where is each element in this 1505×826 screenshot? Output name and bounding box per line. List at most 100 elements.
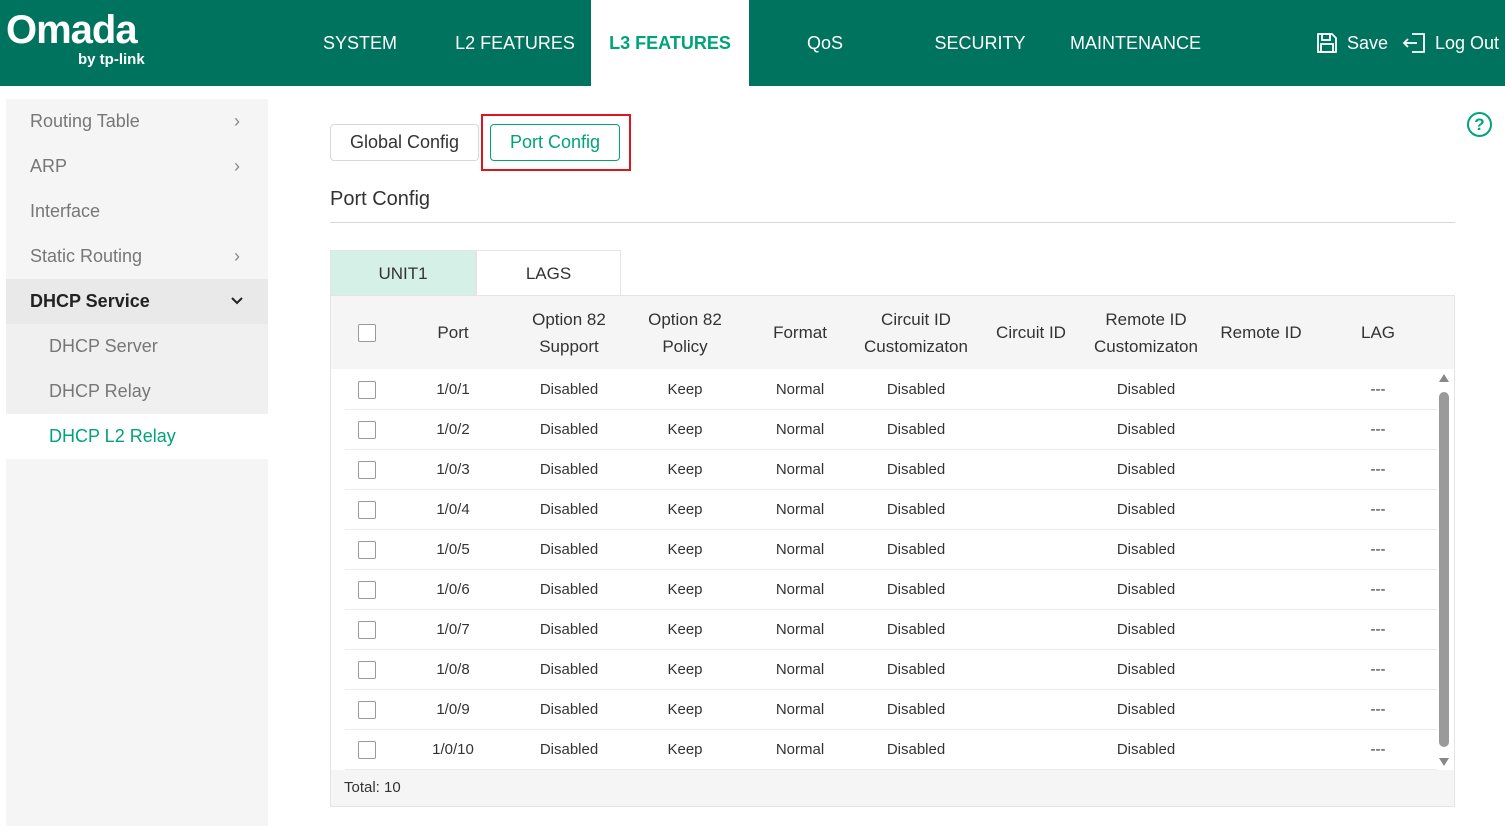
cell-port: 1/0/2 bbox=[436, 421, 470, 438]
cell-format: Normal bbox=[775, 381, 825, 398]
cell-circuit-id bbox=[986, 490, 1076, 530]
save-label: Save bbox=[1347, 32, 1389, 53]
cell-port: 1/0/1 bbox=[436, 381, 470, 398]
cell-port: 1/0/10 bbox=[432, 741, 474, 758]
cell-option82-support: Disabled bbox=[539, 501, 599, 518]
cell-remote-id bbox=[1211, 610, 1311, 650]
sidebar-item-dhcp-server[interactable]: DHCP Server bbox=[6, 324, 268, 369]
scroll-down-arrow-icon[interactable] bbox=[1439, 758, 1449, 766]
sidebar-background bbox=[6, 459, 268, 826]
row-checkbox[interactable] bbox=[358, 541, 376, 559]
tab-lags[interactable]: LAGS bbox=[476, 250, 621, 295]
header-option82-policy: Option 82 Policy bbox=[635, 296, 735, 369]
cell-lag: --- bbox=[1370, 581, 1386, 598]
sidebar-item-label: DHCP Relay bbox=[49, 381, 151, 401]
cell-circuit-id bbox=[986, 610, 1076, 650]
header-format: Format bbox=[773, 323, 827, 342]
header-lag: LAG bbox=[1360, 323, 1396, 342]
sidebar-item-static-routing[interactable]: Static Routing › bbox=[6, 234, 268, 279]
header-remote-id-customization: Remote ID Customizaton bbox=[1086, 296, 1206, 369]
cell-option82-policy: Keep bbox=[667, 621, 703, 638]
table-row[interactable]: 1/0/1 Disabled Keep Normal Disabled Disabled -… bbox=[345, 370, 1437, 410]
table-row[interactable]: 1/0/4 Disabled Keep Normal Disabled Disabled -… bbox=[345, 490, 1437, 530]
cell-remote-id-customization: Disabled bbox=[1116, 701, 1176, 718]
nav-l2-features[interactable]: L2 FEATURES bbox=[440, 0, 590, 86]
cell-circuit-id-customization: Disabled bbox=[886, 421, 946, 438]
cell-format: Normal bbox=[775, 581, 825, 598]
cell-option82-support: Disabled bbox=[539, 541, 599, 558]
cell-circuit-id bbox=[986, 650, 1076, 690]
sidebar-item-routing-table[interactable]: Routing Table › bbox=[6, 99, 268, 144]
table-row[interactable]: 1/0/3 Disabled Keep Normal Disabled Disabled -… bbox=[345, 450, 1437, 490]
cell-format: Normal bbox=[775, 741, 825, 758]
table-row[interactable]: 1/0/2 Disabled Keep Normal Disabled Disabled -… bbox=[345, 410, 1437, 450]
logo-subtext: by tp-link bbox=[78, 51, 145, 68]
header-label: Circuit ID bbox=[881, 309, 951, 329]
cell-remote-id bbox=[1211, 450, 1311, 490]
table-row[interactable]: 1/0/5 Disabled Keep Normal Disabled Disabled -… bbox=[345, 530, 1437, 570]
cell-remote-id bbox=[1211, 690, 1311, 730]
table-row[interactable]: 1/0/10 Disabled Keep Normal Disabled Disabled… bbox=[345, 730, 1437, 770]
cell-circuit-id-customization: Disabled bbox=[886, 381, 946, 398]
select-all-checkbox[interactable] bbox=[358, 323, 376, 342]
row-checkbox[interactable] bbox=[358, 621, 376, 639]
sidebar-item-interface[interactable]: Interface bbox=[6, 189, 268, 234]
logout-button[interactable]: Log Out bbox=[1402, 28, 1499, 58]
cell-option82-policy: Keep bbox=[667, 541, 703, 558]
row-checkbox[interactable] bbox=[358, 421, 376, 439]
nav-maintenance[interactable]: MAINTENANCE bbox=[1063, 0, 1208, 86]
cell-option82-policy: Keep bbox=[667, 661, 703, 678]
nav-qos[interactable]: QoS bbox=[760, 0, 890, 86]
row-checkbox[interactable] bbox=[358, 741, 376, 759]
cell-remote-id-customization: Disabled bbox=[1116, 581, 1176, 598]
sidebar-item-dhcp-service[interactable]: DHCP Service bbox=[6, 279, 268, 324]
header-option82-support: Option 82 Support bbox=[519, 296, 619, 369]
cell-lag: --- bbox=[1370, 621, 1386, 638]
sidebar: Routing Table › ARP › Interface Static R… bbox=[6, 99, 268, 826]
nav-system[interactable]: SYSTEM bbox=[290, 0, 430, 86]
sidebar-item-dhcp-l2-relay[interactable]: DHCP L2 Relay bbox=[6, 414, 268, 459]
cell-remote-id bbox=[1211, 410, 1311, 450]
cell-circuit-id-customization: Disabled bbox=[886, 501, 946, 518]
sidebar-item-label: Interface bbox=[30, 201, 101, 221]
scrollbar-thumb[interactable] bbox=[1439, 392, 1449, 747]
row-checkbox[interactable] bbox=[358, 701, 376, 719]
tab-unit1[interactable]: UNIT1 bbox=[330, 250, 476, 295]
row-checkbox[interactable] bbox=[358, 381, 376, 399]
cell-option82-support: Disabled bbox=[539, 581, 599, 598]
row-checkbox[interactable] bbox=[358, 581, 376, 599]
sidebar-item-label: DHCP Server bbox=[49, 336, 158, 356]
tab-global-config[interactable]: Global Config bbox=[330, 124, 479, 161]
cell-lag: --- bbox=[1370, 741, 1386, 758]
highlight-box bbox=[481, 114, 631, 171]
scrollbar[interactable] bbox=[1436, 374, 1452, 770]
header-label: Option 82 bbox=[648, 309, 722, 329]
nav-l3-features[interactable]: L3 FEATURES bbox=[591, 0, 749, 86]
table-row[interactable]: 1/0/9 Disabled Keep Normal Disabled Disabled -… bbox=[345, 690, 1437, 730]
save-button[interactable]: Save bbox=[1315, 28, 1388, 58]
nav-security[interactable]: SECURITY bbox=[915, 0, 1045, 86]
row-checkbox[interactable] bbox=[358, 661, 376, 679]
row-checkbox[interactable] bbox=[358, 461, 376, 479]
cell-remote-id bbox=[1211, 490, 1311, 530]
table-row[interactable]: 1/0/7 Disabled Keep Normal Disabled Disabled -… bbox=[345, 610, 1437, 650]
cell-lag: --- bbox=[1370, 501, 1386, 518]
chevron-right-icon: › bbox=[234, 246, 240, 266]
table-row[interactable]: 1/0/6 Disabled Keep Normal Disabled Disabled -… bbox=[345, 570, 1437, 610]
divider bbox=[330, 222, 1455, 223]
cell-option82-policy: Keep bbox=[667, 741, 703, 758]
sidebar-item-arp[interactable]: ARP › bbox=[6, 144, 268, 189]
sidebar-item-dhcp-relay[interactable]: DHCP Relay bbox=[6, 369, 268, 414]
table-row[interactable]: 1/0/8 Disabled Keep Normal Disabled Disabled -… bbox=[345, 650, 1437, 690]
sidebar-item-label: DHCP L2 Relay bbox=[49, 426, 176, 446]
scroll-up-arrow-icon[interactable] bbox=[1439, 374, 1449, 382]
cell-circuit-id-customization: Disabled bbox=[886, 461, 946, 478]
cell-port: 1/0/7 bbox=[436, 621, 470, 638]
cell-format: Normal bbox=[775, 461, 825, 478]
cell-remote-id-customization: Disabled bbox=[1116, 421, 1176, 438]
row-checkbox[interactable] bbox=[358, 501, 376, 519]
chevron-down-icon bbox=[231, 297, 243, 305]
cell-lag: --- bbox=[1370, 541, 1386, 558]
port-config-table: Port Option 82 Support Option 82 Policy … bbox=[330, 295, 1455, 807]
help-icon[interactable]: ? bbox=[1467, 112, 1492, 137]
